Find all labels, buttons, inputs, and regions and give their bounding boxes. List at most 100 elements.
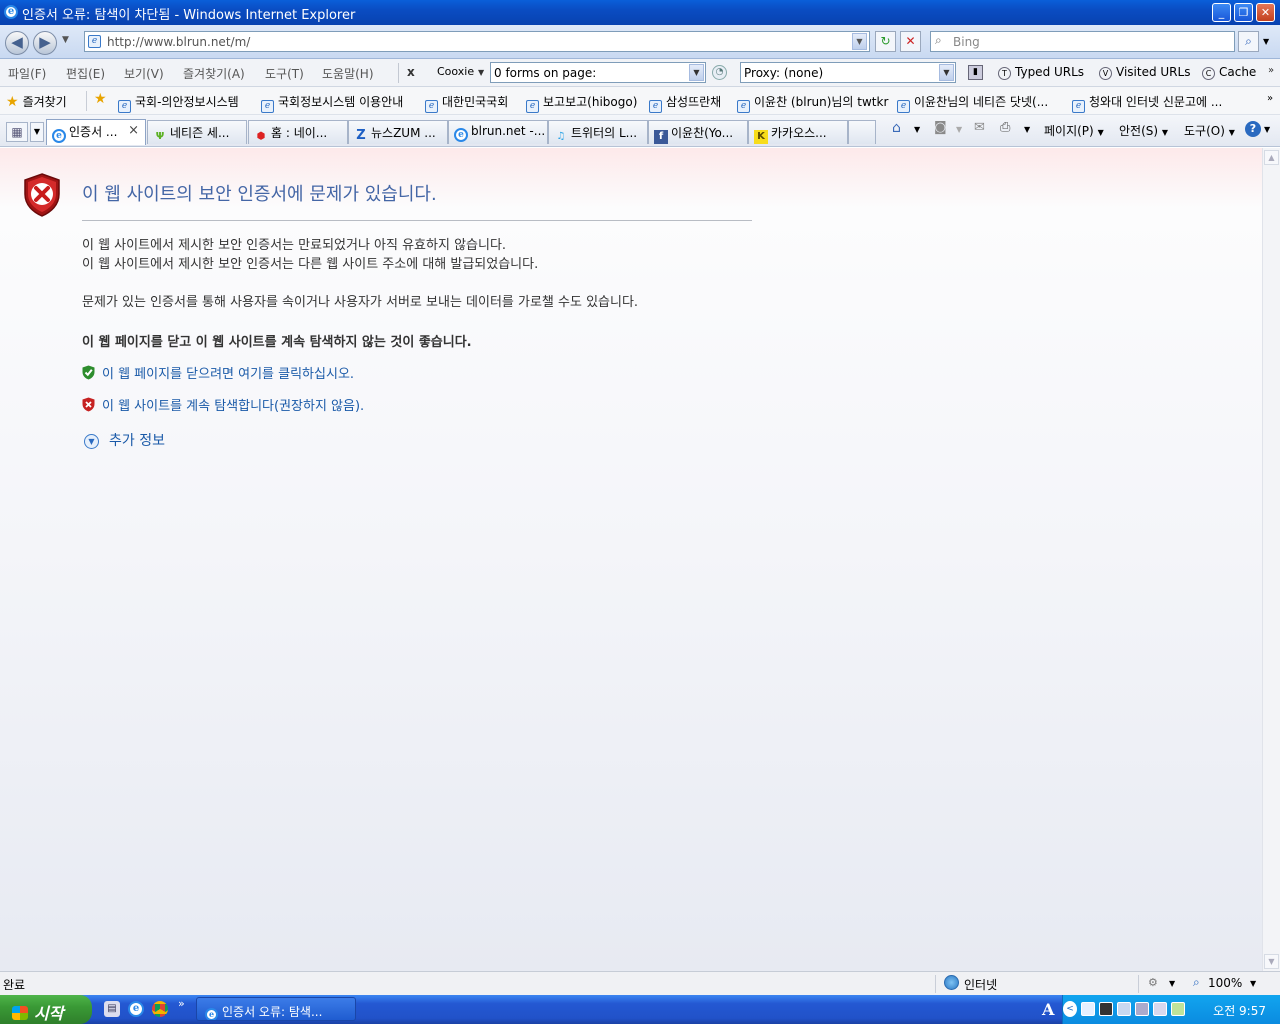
favorite-link[interactable]: e 이윤찬 (blrun)님의 twtkr	[737, 93, 888, 113]
tab-zum[interactable]: Z 뉴스ZUM ...	[348, 120, 448, 144]
refresh-button[interactable]: ↻	[875, 31, 896, 52]
favorite-link[interactable]: e 이윤찬님의 네티즌 닷넷(...	[897, 93, 1048, 113]
new-tab-button[interactable]	[848, 120, 876, 144]
help-icon[interactable]: ?	[1245, 121, 1261, 137]
cache-button[interactable]: C Cache	[1202, 65, 1256, 80]
cooxie-close-button[interactable]: x	[407, 65, 415, 79]
favorite-link[interactable]: e 청와대 인터넷 신문고에 ...	[1072, 93, 1222, 113]
menu-tools[interactable]: 도구(T)	[265, 65, 304, 82]
quicklaunch-overflow-icon[interactable]: »	[178, 997, 185, 1010]
favorite-link[interactable]: e 국회-의안정보시스템	[118, 93, 239, 113]
more-info-toggle[interactable]: ▼ 추가 정보	[84, 430, 165, 450]
tab-facebook[interactable]: f 이윤찬(Yo...	[648, 120, 748, 144]
cookie-icon[interactable]: ◔	[712, 65, 727, 80]
window-title-bar[interactable]: e 인증서 오류: 탐색이 차단됨 - Windows Internet Exp…	[0, 0, 1280, 25]
system-clock[interactable]: 오전 9:57	[1213, 1002, 1266, 1019]
tab-list-chevron-icon[interactable]: ▼	[30, 122, 44, 142]
print-icon[interactable]: ⎙	[1000, 120, 1010, 135]
close-tab-icon[interactable]: ×	[128, 123, 139, 138]
volume-tray-icon[interactable]	[1153, 1002, 1167, 1016]
feeds-icon[interactable]: ◙	[934, 120, 947, 135]
cooxie-chevron-icon[interactable]: ▼	[478, 68, 484, 77]
menu-edit[interactable]: 편집(E)	[66, 65, 105, 82]
tools-menu[interactable]: 도구(O) ▼	[1184, 122, 1235, 139]
language-indicator[interactable]: A	[1042, 1000, 1054, 1019]
menu-file[interactable]: 파일(F)	[8, 65, 46, 82]
favorite-link[interactable]: e 대한민국국회	[425, 93, 508, 113]
favorites-button[interactable]: ★ 즐겨찾기	[6, 93, 67, 110]
scroll-down-icon[interactable]: ▼	[1264, 954, 1279, 969]
messenger-tray-icon[interactable]	[1099, 1002, 1113, 1016]
add-favorite-icon[interactable]: ★	[94, 91, 107, 107]
vertical-scrollbar[interactable]: ▲ ▼	[1262, 148, 1280, 971]
zoom-icon[interactable]: ⌕	[1193, 975, 1200, 990]
favorites-label: 즐겨찾기	[22, 95, 67, 109]
address-dropdown-icon[interactable]: ▼	[852, 33, 867, 50]
chrome-icon[interactable]	[152, 1001, 168, 1017]
display-tray-icon[interactable]	[1135, 1002, 1149, 1016]
menu-help[interactable]: 도움말(H)	[322, 65, 374, 82]
feeds-chevron-icon[interactable]: ▼	[956, 125, 962, 134]
address-bar[interactable]: e http://www.blrun.net/m/ ▼	[84, 31, 870, 52]
favorite-link[interactable]: e 보고보고(hibogo)	[526, 93, 637, 113]
proxy-dropdown-arrow-icon[interactable]: ▼	[939, 64, 954, 81]
tab-blrun[interactable]: e blrun.net -...	[448, 120, 548, 144]
back-button[interactable]: ◀	[5, 31, 29, 55]
update-tray-icon[interactable]	[1171, 1002, 1185, 1016]
tab-certificate-error[interactable]: e 인증서 ... ×	[46, 119, 146, 145]
forms-dropdown-arrow-icon[interactable]: ▼	[689, 64, 704, 81]
close-page-link[interactable]: 이 웹 페이지를 닫으려면 여기를 클릭하십시오.	[82, 363, 354, 382]
help-chevron-icon[interactable]: ▼	[1264, 125, 1270, 134]
favorites-overflow-chevron-icon[interactable]: »	[1267, 93, 1273, 104]
home-icon[interactable]: ⌂	[892, 120, 901, 136]
menu-favorites[interactable]: 즐겨찾기(A)	[183, 65, 245, 82]
close-page-link-label[interactable]: 이 웹 페이지를 닫으려면 여기를 클릭하십시오.	[102, 367, 354, 382]
typed-urls-button[interactable]: T Typed URLs	[998, 65, 1084, 80]
page-menu[interactable]: 페이지(P) ▼	[1044, 122, 1104, 139]
menu-view[interactable]: 보기(V)	[124, 65, 164, 82]
mail-icon[interactable]: ✉	[974, 120, 985, 135]
favorite-link[interactable]: e 삼성뜨란채	[649, 93, 721, 113]
taskbar-ie-window[interactable]: e 인증서 오류: 탐색...	[196, 997, 356, 1021]
visited-urls-button[interactable]: V Visited URLs	[1099, 65, 1190, 80]
stop-button[interactable]: ✕	[900, 31, 921, 52]
cooxie-menu[interactable]: Cooxie	[437, 65, 474, 78]
proxy-dropdown[interactable]: Proxy: (none) ▼	[740, 62, 956, 83]
restore-button[interactable]: ❐	[1234, 3, 1253, 22]
forward-button[interactable]: ▶	[33, 31, 57, 55]
tray-expand-icon[interactable]: <	[1063, 1001, 1077, 1017]
zoom-chevron-icon[interactable]: ▼	[1250, 979, 1256, 988]
favorite-link[interactable]: e 국회정보시스템 이용안내	[261, 93, 403, 113]
quicklaunch-ie-icon[interactable]: e	[128, 1001, 144, 1017]
print-chevron-icon[interactable]: ▼	[1024, 125, 1030, 134]
search-input[interactable]: ⌕ Bing	[930, 31, 1235, 52]
tab-kakao[interactable]: K 카카오스...	[748, 120, 848, 144]
protected-mode-icon[interactable]: ⚙	[1148, 976, 1158, 989]
tab-netizen[interactable]: Ψ 네티즌 세...	[147, 120, 247, 144]
start-button[interactable]: 시작	[0, 995, 92, 1024]
book-icon[interactable]: ▮	[968, 65, 983, 80]
continue-site-link-label[interactable]: 이 웹 사이트를 계속 탐색합니다(권장하지 않음).	[102, 399, 364, 414]
continue-site-link[interactable]: 이 웹 사이트를 계속 탐색합니다(권장하지 않음).	[82, 395, 364, 414]
forms-dropdown[interactable]: 0 forms on page: ▼	[490, 62, 706, 83]
tab-twitter[interactable]: ♫ 트위터의 L...	[548, 120, 648, 144]
antivirus-tray-icon[interactable]	[1081, 1002, 1095, 1016]
close-window-button[interactable]: ✕	[1256, 3, 1275, 22]
search-go-button[interactable]: ⌕	[1238, 31, 1259, 52]
show-desktop-icon[interactable]: ▤	[104, 1001, 120, 1017]
protected-mode-chevron-icon[interactable]: ▼	[1169, 979, 1175, 988]
tab-naver[interactable]: ⬢ 홈 : 네이...	[248, 120, 348, 144]
status-divider	[935, 975, 936, 993]
toolbar-overflow-chevron-icon[interactable]: »	[1268, 65, 1274, 76]
safety-menu[interactable]: 안전(S) ▼	[1119, 122, 1168, 139]
quick-tabs-icon[interactable]: ▦	[6, 122, 28, 142]
zoom-level[interactable]: 100%	[1208, 976, 1242, 990]
minimize-button[interactable]: _	[1212, 3, 1231, 22]
search-options-chevron-icon[interactable]: ▼	[1263, 37, 1269, 46]
address-input[interactable]: http://www.blrun.net/m/	[107, 35, 250, 49]
network-tray-icon[interactable]	[1117, 1002, 1131, 1016]
error-line-expired: 이 웹 사이트에서 제시한 보안 인증서는 만료되었거나 아직 유효하지 않습니…	[82, 238, 507, 253]
scroll-up-icon[interactable]: ▲	[1264, 150, 1279, 165]
recent-pages-chevron-icon[interactable]: ▼	[62, 35, 69, 45]
home-chevron-icon[interactable]: ▼	[914, 125, 920, 134]
